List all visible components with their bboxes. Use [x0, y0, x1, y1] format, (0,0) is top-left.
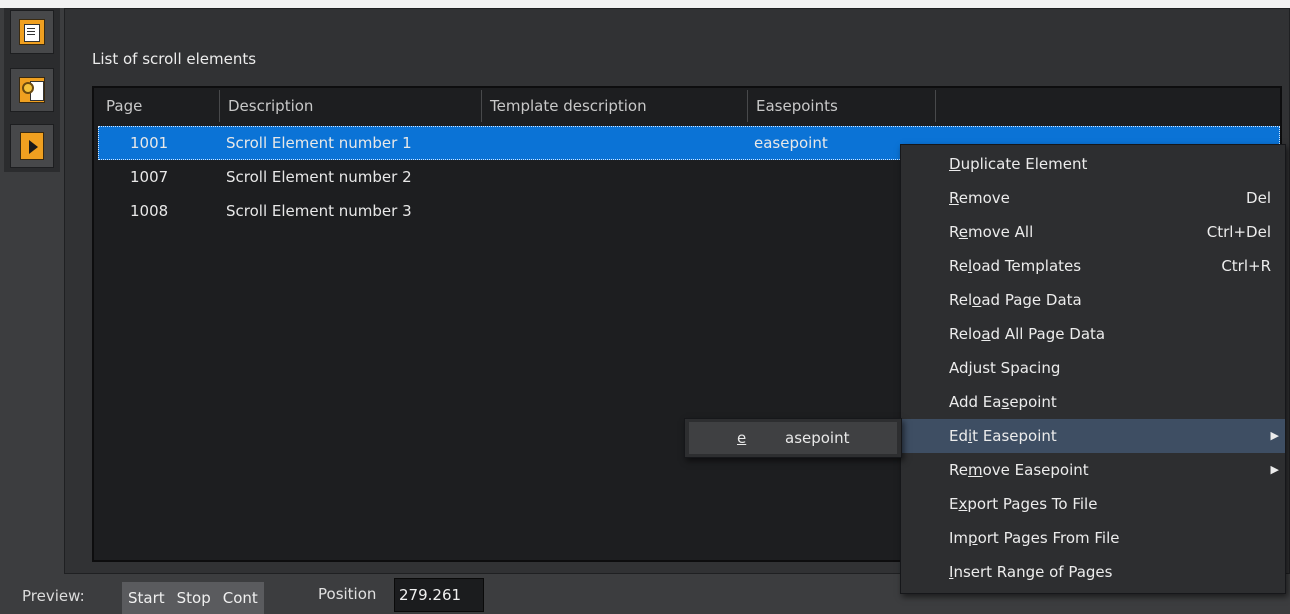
- column-header-template-description[interactable]: Template description: [482, 90, 748, 122]
- menu-item-import-pages[interactable]: Import Pages From File: [901, 521, 1285, 555]
- start-button[interactable]: Start: [122, 582, 171, 614]
- position-label: Position: [318, 585, 377, 603]
- menu-item-shortcut: Ctrl+R: [1221, 257, 1271, 275]
- top-strip: [0, 0, 1290, 8]
- menu-item-label: Import Pages From File: [949, 529, 1120, 547]
- submenu-item-easepoint[interactable]: e asepoint: [689, 422, 897, 454]
- menu-item-label: Duplicate Element: [949, 155, 1088, 173]
- menu-item-remove-all[interactable]: Remove All Ctrl+Del: [901, 215, 1285, 249]
- stop-button[interactable]: Stop: [171, 582, 217, 614]
- menu-item-adjust-spacing[interactable]: Adjust Spacing: [901, 351, 1285, 385]
- row-page: 1007: [130, 168, 169, 186]
- row-easepoints: easepoint: [754, 134, 828, 152]
- cont-button[interactable]: Cont: [217, 582, 264, 614]
- menu-item-reload-all-page-data[interactable]: Reload All Page Data: [901, 317, 1285, 351]
- menu-item-shortcut: Ctrl+Del: [1206, 223, 1271, 241]
- menu-item-reload-page-data[interactable]: Reload Page Data: [901, 283, 1285, 317]
- settings-icon: [19, 77, 45, 103]
- menu-item-label: Remove Easepoint: [949, 461, 1089, 479]
- menu-item-reload-templates[interactable]: Reload Templates Ctrl+R: [901, 249, 1285, 283]
- column-header-page[interactable]: Page: [98, 90, 220, 122]
- play-icon: [20, 132, 44, 160]
- row-description: Scroll Element number 2: [226, 168, 412, 186]
- row-page: 1008: [130, 202, 169, 220]
- menu-item-label: Remove: [949, 189, 1010, 207]
- left-toolbar: [4, 8, 60, 172]
- preview-label: Preview:: [22, 587, 85, 605]
- pages-icon: [19, 19, 45, 45]
- submenu-item-label: e asepoint: [737, 429, 850, 447]
- submenu-arrow-icon: ▶: [1270, 429, 1279, 442]
- position-field[interactable]: 279.261: [394, 578, 484, 612]
- menu-item-label: Edit Easepoint: [949, 427, 1057, 445]
- row-description: Scroll Element number 1: [226, 134, 412, 152]
- menu-item-label: Reload All Page Data: [949, 325, 1106, 343]
- menu-item-label: Reload Page Data: [949, 291, 1082, 309]
- menu-item-export-pages[interactable]: Export Pages To File: [901, 487, 1285, 521]
- menu-item-remove-easepoint[interactable]: Remove Easepoint ▶: [901, 453, 1285, 487]
- edit-easepoint-submenu: e asepoint: [684, 418, 902, 458]
- menu-item-shortcut: Del: [1246, 189, 1271, 207]
- row-description: Scroll Element number 3: [226, 202, 412, 220]
- preview-bar: Preview: Start Stop Cont Position 279.26…: [0, 578, 1290, 614]
- menu-item-label: Export Pages To File: [949, 495, 1098, 513]
- context-menu: Duplicate Element Remove Del Remove All …: [900, 144, 1286, 594]
- column-header-easepoints[interactable]: Easepoints: [748, 90, 936, 122]
- preview-controls: Start Stop Cont: [122, 582, 264, 614]
- settings-button[interactable]: [10, 68, 54, 112]
- column-header-extra: [936, 90, 1278, 122]
- panel-title: List of scroll elements: [92, 50, 257, 68]
- menu-item-label: Remove All: [949, 223, 1034, 241]
- menu-item-remove[interactable]: Remove Del: [901, 181, 1285, 215]
- play-button[interactable]: [10, 124, 54, 168]
- submenu-arrow-icon: ▶: [1270, 463, 1279, 476]
- menu-item-label: Reload Templates: [949, 257, 1082, 275]
- row-page: 1001: [130, 134, 169, 152]
- menu-item-label: Adjust Spacing: [949, 359, 1061, 377]
- menu-item-duplicate-element[interactable]: Duplicate Element: [901, 147, 1285, 181]
- pages-button[interactable]: [10, 10, 54, 54]
- menu-item-add-easepoint[interactable]: Add Easepoint: [901, 385, 1285, 419]
- menu-item-edit-easepoint[interactable]: Edit Easepoint ▶: [901, 419, 1285, 453]
- menu-item-label: Add Easepoint: [949, 393, 1057, 411]
- column-header-description[interactable]: Description: [220, 90, 482, 122]
